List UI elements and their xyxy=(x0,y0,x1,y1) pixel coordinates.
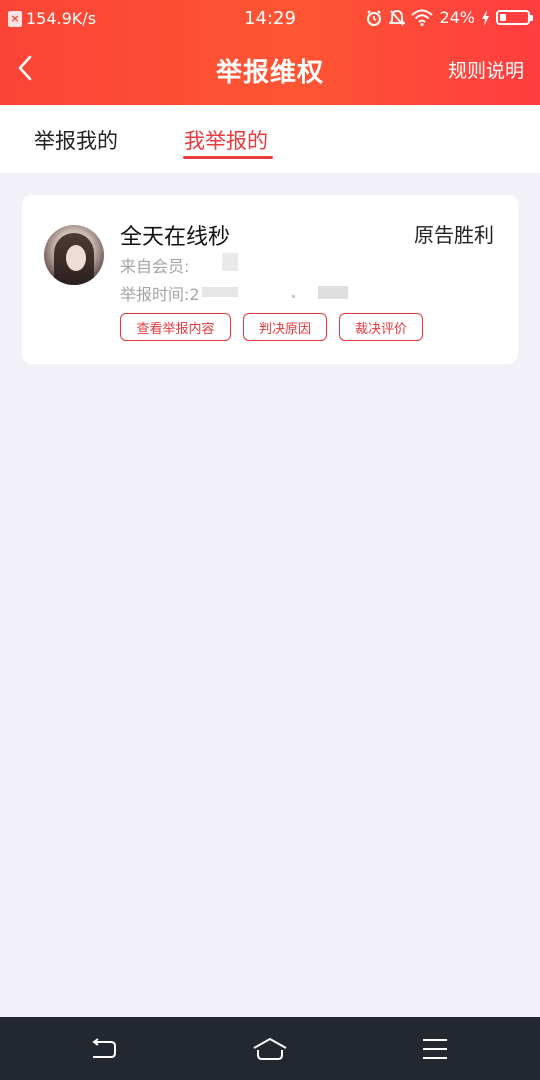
status-bar: × 154.9K/s 14:29 24% xyxy=(0,0,540,36)
battery-percent: 24% xyxy=(439,8,475,27)
nav-bar: 举报维权 规则说明 xyxy=(0,36,540,105)
system-back-button[interactable] xyxy=(86,1035,122,1063)
mute-icon xyxy=(389,9,406,26)
system-home-button[interactable] xyxy=(252,1035,288,1063)
status-right: 24% xyxy=(365,8,533,27)
wifi-icon xyxy=(411,9,434,26)
view-report-button[interactable]: 查看举报内容 xyxy=(120,313,231,341)
reported-user-name: 全天在线秒 xyxy=(120,225,231,250)
avatar xyxy=(44,225,104,285)
system-menu-button[interactable] xyxy=(417,1035,453,1063)
home-icon xyxy=(253,1038,287,1060)
result-status: 原告胜利 xyxy=(414,223,494,247)
system-nav-bar xyxy=(0,1017,540,1080)
from-member-label: 来自会员: xyxy=(120,257,190,276)
charging-icon xyxy=(482,9,489,26)
active-tab-indicator xyxy=(183,156,273,159)
redacted-time xyxy=(202,287,238,297)
app-header: × 154.9K/s 14:29 24% 举报维权 规则说明 xyxy=(0,0,540,105)
redacted-time-2 xyxy=(318,286,348,299)
menu-icon xyxy=(423,1039,447,1059)
verdict-rating-button[interactable]: 裁决评价 xyxy=(339,313,423,341)
back-icon xyxy=(92,1038,116,1058)
redacted-time-dot xyxy=(292,295,295,298)
redacted-member xyxy=(222,253,238,271)
tab-my-reports[interactable]: 我举报的 xyxy=(184,125,268,155)
tab-bar: 举报我的 我举报的 xyxy=(0,105,540,173)
tab-reported-me[interactable]: 举报我的 xyxy=(34,125,118,155)
battery-icon xyxy=(496,10,533,25)
report-card[interactable]: 全天在线秒 原告胜利 来自会员: 举报时间:2 查看举报内容 判决原因 裁决评价 xyxy=(22,195,518,364)
report-time-label: 举报时间:2 xyxy=(120,285,200,304)
alarm-icon xyxy=(367,9,382,26)
verdict-reason-button[interactable]: 判决原因 xyxy=(243,313,327,341)
rules-link[interactable]: 规则说明 xyxy=(448,56,524,83)
